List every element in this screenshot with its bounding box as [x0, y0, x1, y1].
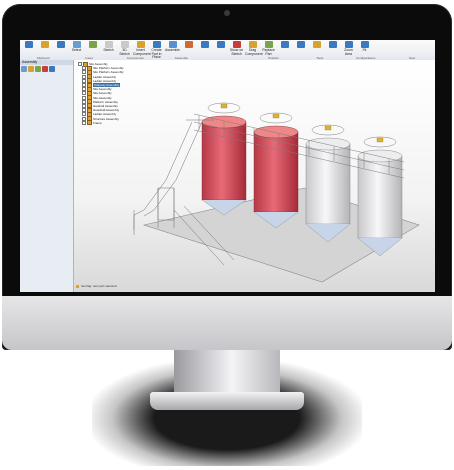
cad-application-window: Select Sketch 3D Sketch Insert Component Cre… [20, 40, 435, 292]
silo-2 [253, 125, 299, 229]
ribbon-button-16[interactable] [277, 40, 292, 49]
ribbon-button-17[interactable] [293, 40, 308, 49]
show-icon [232, 41, 241, 48]
ribbon-button-4[interactable] [85, 40, 100, 49]
ribbon-button-19[interactable] [325, 40, 340, 49]
measure-icon [280, 41, 289, 48]
tree-item-label: Frame [93, 120, 102, 125]
ribbon-button-label: Sketch [103, 48, 114, 52]
panel-tool-icon[interactable] [49, 66, 55, 72]
ribbon-button-6[interactable]: 3D Sketch [117, 40, 132, 56]
ribbon-button-label: Fit [362, 48, 367, 52]
config-icon [312, 41, 321, 48]
pattern-icon [200, 41, 209, 48]
ribbon-button-5[interactable]: Sketch [101, 40, 116, 53]
ribbon-button-0[interactable] [21, 40, 36, 49]
fit-icon [360, 41, 369, 48]
ribbon-button-3[interactable]: Select [69, 40, 84, 53]
mirror-icon [216, 41, 225, 48]
new-icon [24, 41, 33, 48]
silo-3 [305, 137, 351, 243]
feature-manager-panel: Assembly [20, 60, 74, 292]
sketch-icon [104, 41, 113, 48]
expand-icon[interactable] [82, 120, 86, 125]
ribbon-button-18[interactable] [309, 40, 324, 49]
tree-item[interactable]: Frame [78, 120, 198, 126]
assemble-icon [168, 41, 177, 48]
ribbon-button-21[interactable]: Fit [357, 40, 372, 53]
3d-viewport[interactable]: Silo Assembly Silo Platform Assembly Silo … [74, 60, 435, 292]
drag-icon [248, 41, 257, 48]
ribbon-button-13[interactable]: Show on Sketch [229, 40, 244, 56]
section-icon [296, 41, 305, 48]
ribbon-button-12[interactable] [213, 40, 228, 49]
camera-icon [224, 10, 230, 16]
warning-icon [76, 284, 79, 288]
ribbon-button-7[interactable]: Insert Component [133, 40, 151, 56]
table-icon [328, 41, 337, 48]
save-icon [56, 41, 65, 48]
move-icon [88, 41, 97, 48]
panel-toolbar [20, 65, 73, 75]
ribbon-button-20[interactable]: Zoom Area [341, 40, 356, 56]
insert-component-icon [136, 41, 145, 48]
monitor-chin [2, 296, 452, 350]
panel-tool-icon[interactable] [28, 66, 34, 72]
create-part-icon [152, 41, 161, 48]
ribbon-button-15[interactable]: Replace Part [261, 40, 276, 56]
ribbon-button-9[interactable]: Assemble [165, 40, 180, 53]
ribbon-button-2[interactable] [53, 40, 68, 49]
monitor-stand-neck [174, 350, 280, 396]
replace-icon [264, 41, 273, 48]
ribbon-button-10[interactable] [181, 40, 196, 49]
status-text: Set flag: next part selected. [81, 284, 118, 288]
silo-4 [357, 149, 403, 257]
ribbon-button-label: Assemble [165, 48, 180, 52]
select-icon [72, 41, 81, 48]
open-icon [40, 41, 49, 48]
ribbon-button-label: Select [71, 48, 82, 52]
ribbon-button-11[interactable] [197, 40, 212, 49]
panel-tool-icon[interactable] [21, 66, 27, 72]
ribbon-button-14[interactable]: Drag Component [245, 40, 263, 56]
panel-tool-icon[interactable] [35, 66, 41, 72]
status-bar: Set flag: next part selected. [76, 284, 117, 288]
zoom-icon [344, 41, 353, 48]
sketch3d-icon [120, 41, 129, 48]
mate-icon [184, 41, 193, 48]
assembly-icon [87, 120, 92, 126]
monitor-stand-foot [150, 392, 304, 410]
feature-tree: Silo Assembly Silo Platform Assembly Silo … [78, 61, 198, 126]
panel-tool-icon[interactable] [42, 66, 48, 72]
ribbon-button-1[interactable] [37, 40, 52, 49]
